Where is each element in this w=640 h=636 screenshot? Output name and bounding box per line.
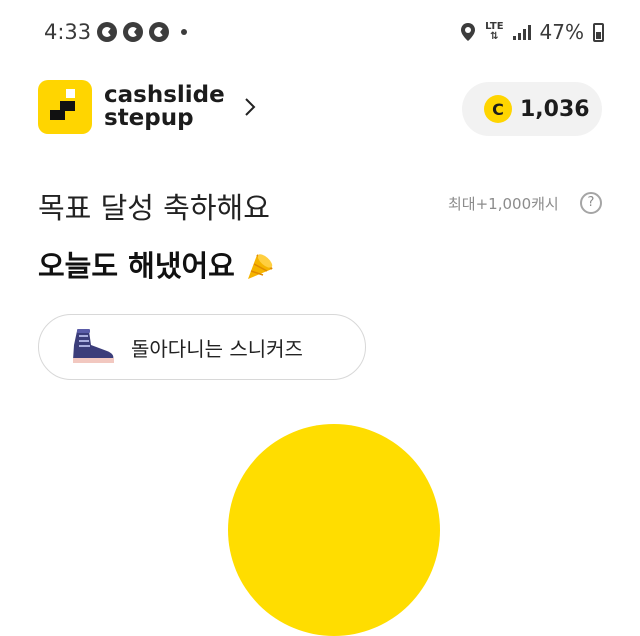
system-icons: LTE ⇅ 47% [460, 20, 604, 44]
sneaker-icon [73, 329, 114, 363]
coin-icon: C [484, 95, 512, 123]
cashslide-logo [38, 80, 92, 134]
brand-line2: stepup [104, 105, 194, 131]
status-time: 4:33 [44, 20, 92, 44]
coin-value: 1,036 [520, 96, 590, 122]
more-notifications-icon [181, 29, 187, 35]
status-bar: 4:33 LTE ⇅ 47% [0, 0, 640, 68]
signal-icon [512, 24, 531, 40]
brand-name: cashslide stepup [104, 84, 225, 130]
battery-percent: 47% [539, 20, 584, 44]
brand-header[interactable]: cashslide stepup [38, 80, 261, 134]
done-text: 오늘도 해냈어요 [38, 249, 235, 283]
notification-icon [149, 22, 169, 42]
done-heading: 오늘도 해냈어요 [38, 243, 279, 285]
battery-icon [593, 22, 604, 42]
party-popper-icon [247, 254, 273, 279]
sneaker-label: 돌아다니는 스니커즈 [131, 336, 303, 361]
coin-balance[interactable]: C 1,036 [462, 82, 602, 136]
notification-icons [97, 22, 187, 42]
location-icon [461, 23, 476, 41]
max-reward-text: 최대+1,000캐시 [448, 195, 559, 213]
notification-icon [97, 22, 117, 42]
logo-mark-icon [50, 89, 75, 120]
brand-line1: cashslide [104, 82, 225, 108]
sneaker-item-chip[interactable]: 돌아다니는 스니커즈 [38, 314, 366, 380]
notification-icon [123, 22, 143, 42]
chevron-right-icon [245, 98, 256, 116]
step-button[interactable] [228, 424, 440, 636]
help-icon[interactable]: ? [580, 192, 602, 214]
network-type: LTE ⇅ [485, 21, 504, 42]
goal-title: 목표 달성 축하해요 [38, 191, 270, 225]
